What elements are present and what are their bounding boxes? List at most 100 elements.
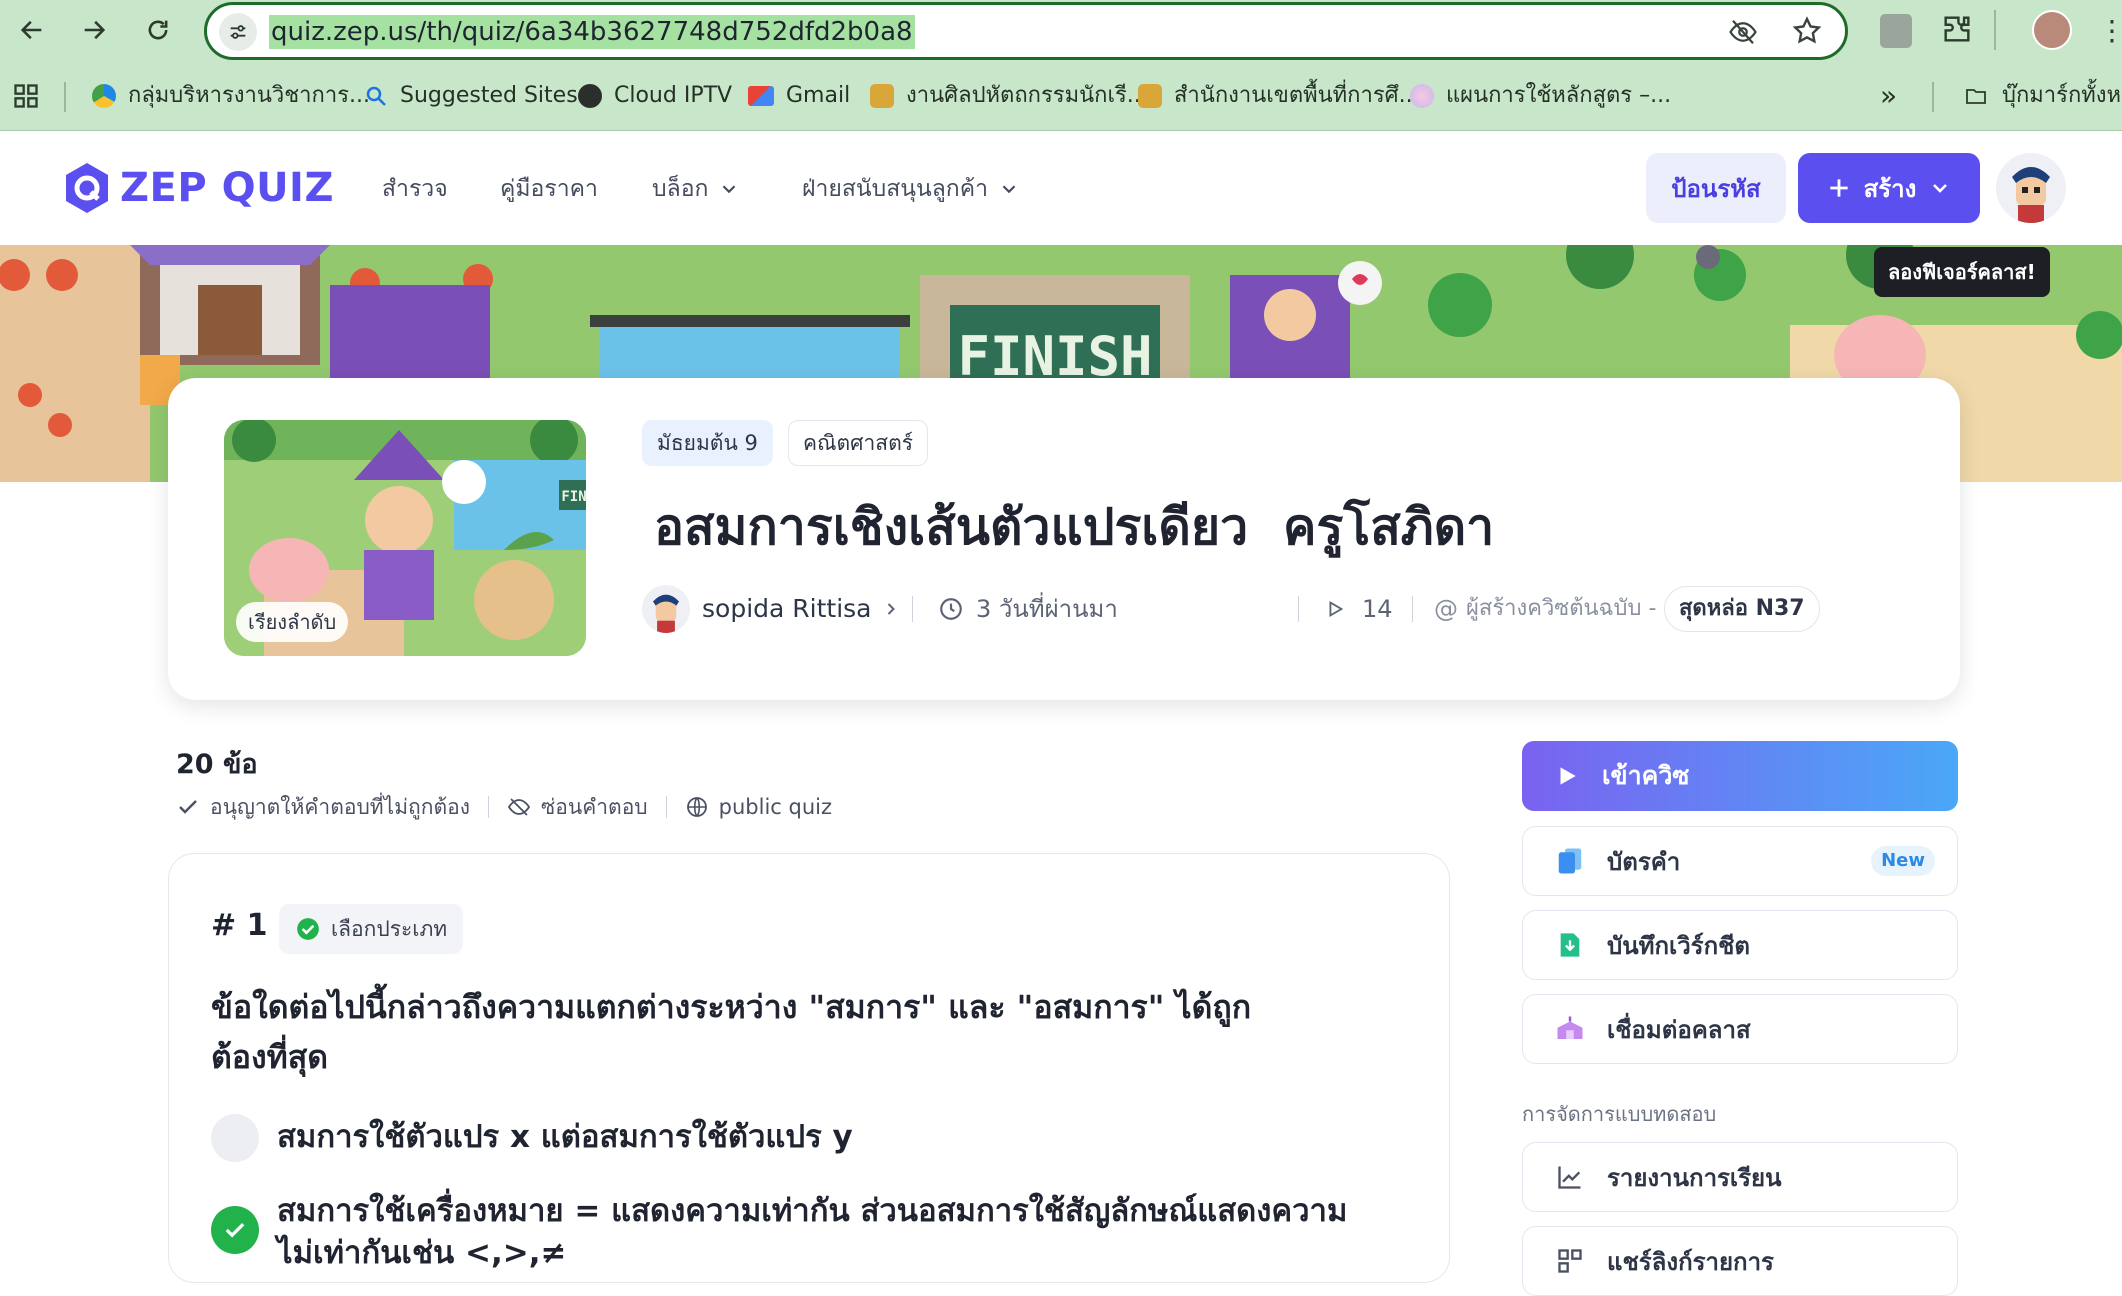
forward-button[interactable]	[70, 6, 118, 54]
bookmark-item[interactable]: แผนการใช้หลักสูตร –...	[1410, 74, 1671, 118]
feature-tooltip: ลองฟีเจอร์คลาส!	[1874, 247, 2050, 297]
learning-report-button[interactable]: รายงานการเรียน	[1522, 1142, 1958, 1212]
original-creator: @ ผู้สร้างควิซต้นฉบับ -	[1434, 586, 1656, 632]
download-file-icon	[1555, 930, 1585, 960]
save-worksheet-button[interactable]: บันทึกเวิร์กชีต	[1522, 910, 1958, 980]
globe-icon	[578, 84, 602, 108]
nav-support[interactable]: ฝ่ายสนับสนุนลูกค้า	[802, 169, 1020, 209]
chevron-down-icon	[1002, 185, 1016, 194]
meta-divider	[912, 596, 913, 622]
author-avatar	[642, 585, 690, 633]
settings-divider	[665, 796, 667, 818]
bookmark-item[interactable]: Gmail	[748, 74, 850, 118]
meta-divider	[1412, 596, 1413, 622]
play-icon	[1560, 767, 1576, 785]
eye-off-icon	[507, 798, 531, 816]
user-avatar[interactable]	[1996, 153, 2066, 223]
settings-divider	[488, 796, 489, 818]
question-type-badge: เลือกประเภท	[279, 904, 464, 954]
apps-grid-icon[interactable]	[12, 82, 40, 114]
avatar-character-icon	[2012, 167, 2050, 223]
start-quiz-button[interactable]: เข้าควิซ	[1522, 741, 1958, 811]
bookmark-item[interactable]: งานศิลปหัตถกรรมนักเรี...	[870, 74, 1148, 118]
correct-check-icon	[211, 1206, 259, 1254]
star-icon[interactable]	[1791, 15, 1823, 51]
address-bar[interactable]: quiz.zep.us/th/quiz/6a34b3627748d752dfd2…	[204, 2, 1848, 60]
check-circle-icon	[297, 918, 319, 940]
plus-icon	[1829, 179, 1848, 197]
bookmark-item[interactable]: สำนักงานเขตพื้นที่การศึ...	[1138, 74, 1420, 118]
chevron-right-icon	[888, 603, 896, 615]
enter-code-button[interactable]: ป้อนรหัส	[1646, 153, 1786, 223]
nav-explore[interactable]: สำรวจ	[382, 169, 448, 209]
qr-code-icon	[1555, 1246, 1585, 1276]
create-button[interactable]: สร้าง	[1798, 153, 1980, 223]
new-badge: New	[1871, 846, 1935, 876]
site-favicon-icon	[870, 84, 894, 108]
search-icon	[366, 86, 386, 106]
puzzle-icon[interactable]	[1940, 12, 1974, 50]
option-radio	[211, 1114, 259, 1162]
connect-class-button[interactable]: เชื่อมต่อคลาส	[1522, 994, 1958, 1064]
site-favicon-icon	[1410, 84, 1434, 108]
original-creator-link[interactable]: สุดหล่อ N37	[1664, 586, 1820, 632]
reload-button[interactable]	[134, 6, 182, 54]
site-favicon-icon	[1138, 84, 1162, 108]
bookmark-item[interactable]: กลุ่มบริหารงานวิชาการ...	[92, 74, 370, 118]
bookmark-item[interactable]: Cloud IPTV	[578, 74, 732, 118]
trending-up-icon	[1555, 1162, 1585, 1192]
arrow-right-icon	[84, 20, 106, 40]
meta-divider	[1298, 596, 1299, 622]
flashcard-button[interactable]: บัตรคำ New	[1522, 826, 1958, 896]
bookmark-divider	[1932, 82, 1934, 112]
profile-avatar[interactable]	[2032, 10, 2072, 50]
url-text[interactable]: quiz.zep.us/th/quiz/6a34b3627748d752dfd2…	[269, 15, 915, 49]
question-card: # 1 เลือกประเภท ข้อใดต่อไปนี้กล่าวถึงควา…	[168, 853, 1450, 1283]
chevron-down-icon	[723, 185, 736, 194]
answer-option: สมการใช้ตัวแปร x แต่อสมการใช้ตัวแปร y	[211, 1114, 853, 1162]
extension-icon[interactable]	[1880, 14, 1912, 48]
check-icon	[179, 800, 197, 814]
author-link[interactable]: sopida Rittisa	[642, 585, 901, 633]
play-icon	[1329, 600, 1344, 618]
chevron-down-icon	[1933, 184, 1948, 193]
drive-icon	[92, 84, 116, 108]
nav-blog[interactable]: บล็อก	[652, 169, 740, 209]
logo-mark-icon	[66, 163, 108, 213]
bookmark-item[interactable]: Suggested Sites	[364, 74, 578, 118]
more-bookmarks-button[interactable]: »	[1880, 74, 1897, 118]
menu-icon[interactable]: ⋮	[2098, 14, 2122, 47]
globe-icon	[686, 797, 707, 817]
thumbnail-sign-text: FIN	[561, 489, 586, 505]
arrow-left-icon	[20, 20, 42, 40]
bookmark-divider	[64, 82, 66, 112]
quiz-settings-row: อนุญาตให้คำตอบที่ไม่ถูกต้อง ซ่อนคำตอบ pu…	[176, 790, 832, 824]
quiz-thumbnail: FIN เรียงลำดับ	[224, 420, 586, 656]
share-list-button[interactable]: แชร์ลิงก์รายการ	[1522, 1226, 1958, 1296]
gmail-icon	[748, 86, 774, 106]
grade-tag[interactable]: มัธยมต้น 9	[642, 420, 773, 466]
tune-icon	[230, 25, 246, 39]
quiz-title: อสมการเชิงเส้นตัวแปรเดียว ครูโสภิดา	[654, 498, 1495, 556]
question-number: # 1	[211, 908, 268, 943]
eye-off-icon[interactable]	[1727, 17, 1759, 51]
logo-text: ZEP QUIZ	[120, 165, 334, 211]
avatar-character-icon	[652, 594, 680, 633]
subject-tag[interactable]: คณิตศาสตร์	[788, 420, 929, 466]
time-ago: 3 วันที่ผ่านมา	[938, 586, 1118, 632]
nav-pricing[interactable]: คู่มือราคา	[500, 169, 598, 209]
flashcard-icon	[1555, 846, 1585, 876]
back-button[interactable]	[8, 6, 56, 54]
toolbar-divider	[1994, 10, 1996, 50]
quiz-info-card: FIN เรียงลำดับ มัธยมต้น 9 คณิตศาสตร์ อสม…	[168, 378, 1960, 700]
play-count: 14	[1324, 586, 1393, 632]
site-header: ZEP QUIZ สำรวจ คู่มือราคา บล็อก ฝ่ายสนับ…	[0, 131, 2122, 246]
clock-icon	[940, 598, 962, 620]
all-bookmarks-button[interactable]: บุ๊กมาร์กทั้งหมด	[1962, 74, 2122, 118]
reload-icon	[148, 20, 168, 40]
management-section-title: การจัดการแบบทดสอบ	[1522, 1102, 1717, 1126]
zep-quiz-logo[interactable]: ZEP QUIZ	[62, 161, 334, 215]
site-info-button[interactable]	[219, 13, 257, 51]
question-count: 20 ข้อ	[176, 749, 258, 780]
folder-icon	[1966, 89, 1986, 104]
